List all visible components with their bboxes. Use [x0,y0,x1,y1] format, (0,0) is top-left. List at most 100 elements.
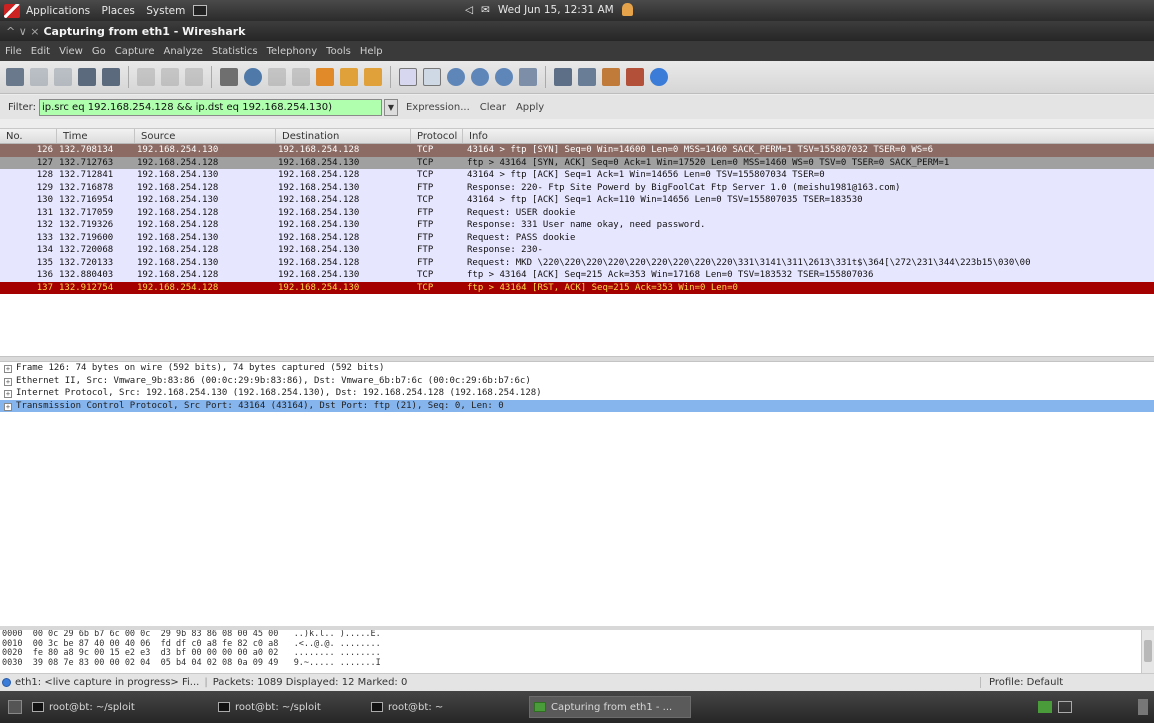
menu-capture[interactable]: Capture [115,46,155,57]
menu-analyze[interactable]: Analyze [163,46,202,57]
packet-info: 43164 > ftp [SYN] Seq=0 Win=14600 Len=0 … [467,145,933,155]
menu-telephony[interactable]: Telephony [267,46,318,57]
trash-icon[interactable] [1138,699,1148,715]
menu-file[interactable]: File [5,46,22,57]
mail-icon[interactable]: ✉ [481,4,490,16]
packet-row[interactable]: 133 132.719600 192.168.254.130 192.168.254.… [0,231,1154,244]
taskbar-item-terminal-1[interactable]: root@bt: ~/sploit [32,696,210,718]
column-header-no[interactable]: No. [0,129,57,143]
packet-no: 128 [36,170,53,180]
expand-icon[interactable]: + [4,377,12,386]
packet-source: 192.168.254.128 [137,282,219,293]
colorize-icon[interactable] [399,68,417,86]
packet-row[interactable]: 131 132.717059 192.168.254.128 192.168.254.… [0,206,1154,219]
taskbar-item-terminal-3[interactable]: root@bt: ~ [371,696,521,718]
bytes-scrollbar[interactable] [1141,630,1154,673]
places-menu[interactable]: Places [101,5,134,17]
column-header-time[interactable]: Time [57,129,135,143]
system-menu[interactable]: System [146,5,185,17]
options-icon[interactable] [30,68,48,86]
packet-row[interactable]: 132 132.719326 192.168.254.128 192.168.254.… [0,219,1154,232]
preferences-icon[interactable] [626,68,644,86]
menu-statistics[interactable]: Statistics [212,46,258,57]
stop-capture-icon[interactable] [78,68,96,86]
menu-tools[interactable]: Tools [326,46,351,57]
packet-row[interactable]: 135 132.720133 192.168.254.130 192.168.254.… [0,256,1154,269]
user-icon[interactable] [621,3,633,16]
expand-icon[interactable]: + [4,365,12,373]
capture-filters-icon[interactable] [554,68,572,86]
clock[interactable]: Wed Jun 15, 12:31 AM [498,4,614,16]
go-to-packet-icon[interactable] [316,68,334,86]
menu-go[interactable]: Go [92,46,106,57]
packet-row[interactable]: 137 132.912754 192.168.254.128 192.168.254.… [0,281,1154,294]
profile-status[interactable]: Profile: Default [980,677,1063,688]
save-file-icon[interactable] [161,68,179,86]
packet-row[interactable]: 128 132.712841 192.168.254.130 192.168.254.… [0,169,1154,182]
expand-icon[interactable]: + [4,402,12,411]
column-header-source[interactable]: Source [135,129,276,143]
applications-menu[interactable]: Applications [26,5,90,17]
expert-info-icon[interactable] [2,678,11,687]
apply-button[interactable]: Apply [516,102,544,113]
open-file-icon[interactable] [137,68,155,86]
last-packet-icon[interactable] [364,68,382,86]
packet-row[interactable]: 129 132.716878 192.168.254.128 192.168.254.… [0,181,1154,194]
interfaces-icon[interactable] [6,68,24,86]
packet-row[interactable]: 136 132.880403 192.168.254.128 192.168.254.… [0,269,1154,282]
volume-icon[interactable]: ◁ [465,4,473,16]
zoom-out-icon[interactable] [471,68,489,86]
packet-row[interactable]: 126 132.708134 192.168.254.130 192.168.254.… [0,144,1154,157]
column-header-destination[interactable]: Destination [276,129,411,143]
display-filters-icon[interactable] [578,68,596,86]
filter-dropdown-icon[interactable]: ▼ [383,98,398,116]
packet-counts: Packets: 1089 Displayed: 12 Marked: 0 [212,677,408,688]
scrollbar-thumb[interactable] [1144,640,1152,662]
column-header-info[interactable]: Info [463,129,1154,143]
packet-row[interactable]: 130 132.716954 192.168.254.130 192.168.254.… [0,194,1154,207]
packet-destination: 192.168.254.128 [278,145,360,155]
close-file-icon[interactable] [185,68,203,86]
auto-scroll-icon[interactable] [423,68,441,86]
normal-size-icon[interactable] [495,68,513,86]
packet-destination: 192.168.254.130 [278,157,360,168]
find-packet-icon[interactable] [244,68,262,86]
packet-info: ftp > 43164 [RST, ACK] Seq=215 Ack=353 W… [467,282,738,293]
detail-tree-row[interactable]: + Transmission Control Protocol, Src Port… [0,399,1154,412]
first-packet-icon[interactable] [340,68,358,86]
show-desktop-icon[interactable] [8,700,22,714]
restart-capture-icon[interactable] [102,68,120,86]
go-back-icon[interactable] [268,68,286,86]
packet-row[interactable]: 134 132.720068 192.168.254.128 192.168.254.… [0,244,1154,257]
menu-edit[interactable]: Edit [31,46,50,57]
packet-time: 132.708134 [59,145,114,155]
start-capture-icon[interactable] [54,68,72,86]
packet-source: 192.168.254.128 [137,182,219,193]
packet-row[interactable]: 127 132.712763 192.168.254.128 192.168.254.… [0,156,1154,169]
taskbar-item-label: root@bt: ~ [388,701,444,713]
window-titlebar[interactable]: ^ ∨ × Capturing from eth1 - Wireshark [0,21,1154,41]
taskbar-item-terminal-2[interactable]: root@bt: ~/sploit [218,696,363,718]
detail-tree-row[interactable]: + Ethernet II, Src: Vmware_9b:83:86 (00:0… [0,375,1154,388]
help-icon[interactable] [650,68,668,86]
taskbar-item-wireshark[interactable]: Capturing from eth1 - ... [529,696,691,718]
terminal-launcher-icon[interactable] [193,5,208,16]
packet-protocol: FTP [417,232,434,243]
window-buttons[interactable]: ^ ∨ × [6,25,39,38]
workspace-2-icon[interactable] [1058,701,1072,713]
expand-icon[interactable]: + [4,390,12,398]
menu-view[interactable]: View [59,46,83,57]
print-icon[interactable] [220,68,238,86]
detail-tree-row[interactable]: + Frame 126: 74 bytes on wire (592 bits),… [0,362,1154,375]
filter-input[interactable] [38,98,382,116]
detail-tree-row[interactable]: + Internet Protocol, Src: 192.168.254.130… [0,387,1154,400]
clear-button[interactable]: Clear [480,102,506,113]
menu-help[interactable]: Help [360,46,383,57]
go-forward-icon[interactable] [292,68,310,86]
expression-button[interactable]: Expression... [406,102,470,113]
column-header-protocol[interactable]: Protocol [411,129,463,143]
zoom-in-icon[interactable] [447,68,465,86]
workspace-1-icon[interactable] [1038,701,1052,713]
coloring-rules-icon[interactable] [602,68,620,86]
resize-columns-icon[interactable] [519,68,537,86]
